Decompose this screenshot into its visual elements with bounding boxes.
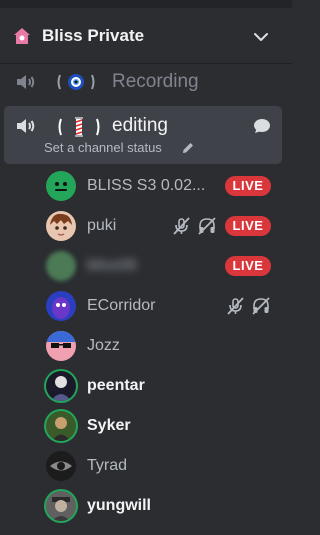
voice-channel-recording[interactable]: Recording [4, 66, 282, 98]
window-top-strip [0, 0, 292, 8]
avatar [46, 211, 76, 241]
voice-user[interactable]: BLISS S3 0.02... LIVE [40, 168, 280, 204]
user-name: Syker [87, 417, 131, 434]
user-name: peentar [87, 377, 145, 394]
muted-mic-icon [173, 217, 190, 235]
speaker-icon [17, 75, 35, 89]
pencil-icon[interactable] [181, 141, 195, 155]
channel-name: Recording [112, 71, 199, 92]
dark-figure-avatar-icon [51, 376, 71, 401]
face-with-glasses-avatar-icon [46, 331, 76, 348]
muted-mic-icon [227, 297, 244, 315]
purple-creature-avatar-icon [52, 297, 70, 319]
home-icon [14, 28, 30, 44]
avatar [46, 171, 76, 201]
live-badge[interactable]: LIVE [225, 256, 271, 276]
voice-user[interactable]: Jozz [40, 328, 280, 364]
voice-user[interactable]: yungwill [40, 488, 280, 524]
eye-avatar-icon [50, 461, 72, 471]
character-avatar-icon [52, 417, 70, 441]
live-badge[interactable]: LIVE [225, 176, 271, 196]
voice-channel-editing[interactable]: editing Set a channel status [4, 106, 282, 164]
voice-user[interactable]: Tyrad [40, 448, 280, 484]
live-badge[interactable]: LIVE [225, 216, 271, 236]
deafened-headphones-icon [252, 297, 270, 315]
avatar [46, 331, 76, 361]
voice-user[interactable]: Syker [40, 408, 280, 444]
deafened-headphones-icon [198, 217, 216, 235]
discord-default-avatar-icon [55, 182, 67, 191]
avatar [46, 451, 76, 481]
avatar [46, 371, 76, 401]
user-name: ECorridor [87, 297, 156, 314]
avatar [46, 491, 76, 521]
chevron-down-icon[interactable] [252, 28, 270, 46]
avatar [46, 291, 76, 321]
anime-avatar-icon [50, 213, 72, 236]
user-name: bliss06 [87, 257, 137, 274]
avatar [46, 411, 76, 441]
server-header[interactable]: Bliss Private [0, 8, 292, 64]
user-name: Tyrad [87, 457, 128, 474]
avatar [46, 251, 76, 281]
server-name: Bliss Private [42, 26, 145, 45]
evil-eye-icon [57, 74, 95, 90]
voice-user[interactable]: ECorridor [40, 288, 280, 324]
voice-user[interactable]: puki LIVE [40, 208, 280, 244]
hat-figure-avatar-icon [52, 497, 70, 521]
user-name: Jozz [87, 337, 120, 354]
voice-user[interactable]: bliss06 LIVE [40, 248, 280, 284]
set-channel-status-link[interactable]: Set a channel status [44, 140, 162, 156]
speaker-icon [17, 119, 35, 133]
channel-name: editing [112, 115, 168, 136]
barber-pole-icon [58, 117, 100, 137]
chat-icon[interactable] [252, 116, 272, 136]
voice-user[interactable]: peentar [40, 368, 280, 404]
user-name: puki [87, 217, 117, 234]
user-name: BLISS S3 0.02... [87, 177, 206, 194]
user-name: yungwill [87, 497, 151, 514]
